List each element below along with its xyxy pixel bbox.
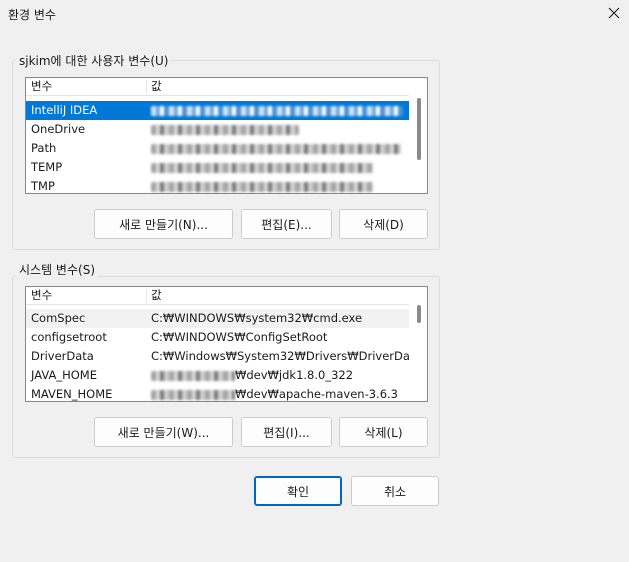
variable-value: ₩dev₩jdk1.8.0_322 (235, 368, 354, 382)
column-header-value[interactable]: 값 (146, 287, 406, 305)
vertical-scrollbar[interactable] (409, 78, 427, 193)
window-title: 환경 변수 (8, 8, 56, 22)
variable-value: C:₩WINDOWS₩ConfigSetRoot (151, 330, 328, 344)
variable-name: TEMP (31, 160, 63, 174)
system-vars-header: 변수 값 (26, 287, 409, 305)
redacted-prefix (151, 370, 235, 381)
title-bar: 환경 변수 (0, 0, 629, 28)
variable-value-partial: ₩dev₩jdk1.8.0_322 (151, 366, 353, 385)
variable-name: JAVA_HOME (31, 368, 97, 382)
ok-button[interactable]: 확인 (254, 476, 342, 506)
variable-name: configsetroot (31, 330, 107, 344)
list-item[interactable]: MAVEN_HOME ₩dev₩apache-maven-3.6.3 (26, 385, 409, 401)
variable-value-redacted (151, 177, 373, 193)
variable-value: C:₩Windows₩System32₩Drivers₩DriverData (151, 349, 422, 363)
variable-value: ₩dev₩apache-maven-3.6.3 (235, 387, 398, 401)
column-header-variable[interactable]: 변수 (26, 78, 146, 96)
variable-name: Path (31, 141, 57, 155)
variable-value-redacted (151, 101, 403, 120)
list-item[interactable]: TMP (26, 177, 409, 193)
list-item[interactable]: Path (26, 139, 409, 158)
cancel-button[interactable]: 취소 (351, 476, 439, 506)
variable-name: TMP (31, 179, 55, 193)
list-item[interactable]: ComSpec C:₩WINDOWS₩system32₩cmd.exe (26, 309, 409, 328)
user-delete-button[interactable]: 삭제(D) (339, 209, 428, 239)
variable-value-redacted (151, 120, 299, 139)
user-vars-list[interactable]: 변수 값 IntelliJ IDEA OneDrive Path TEMP TM… (25, 77, 428, 194)
list-item[interactable]: OneDrive (26, 120, 409, 139)
redacted-prefix (151, 389, 235, 400)
variable-name: MAVEN_HOME (31, 387, 113, 401)
system-vars-list[interactable]: 변수 값 ComSpec C:₩WINDOWS₩system32₩cmd.exe… (25, 286, 428, 402)
variable-value-redacted (151, 158, 373, 177)
column-header-value[interactable]: 값 (146, 78, 406, 96)
column-header-variable[interactable]: 변수 (26, 287, 146, 305)
list-item[interactable]: TEMP (26, 158, 409, 177)
list-item[interactable]: DriverData C:₩Windows₩System32₩Drivers₩D… (26, 347, 421, 366)
system-new-button[interactable]: 새로 만들기(W)... (94, 417, 233, 447)
variable-name: OneDrive (31, 122, 86, 136)
system-edit-button[interactable]: 편집(I)... (241, 417, 332, 447)
user-vars-label: sjkim에 대한 사용자 변수(U) (16, 52, 172, 69)
list-item[interactable]: IntelliJ IDEA (26, 101, 409, 120)
user-edit-button[interactable]: 편집(E)... (241, 209, 332, 239)
close-icon (608, 7, 620, 19)
variable-value-redacted (151, 139, 401, 158)
scrollbar-thumb[interactable] (417, 305, 421, 323)
scrollbar-thumb[interactable] (417, 98, 421, 160)
user-vars-header: 변수 값 (26, 78, 409, 96)
system-delete-button[interactable]: 삭제(L) (339, 417, 428, 447)
list-item[interactable]: JAVA_HOME ₩dev₩jdk1.8.0_322 (26, 366, 409, 385)
variable-name: DriverData (31, 349, 94, 363)
variable-name: ComSpec (31, 311, 86, 325)
variable-value: C:₩WINDOWS₩system32₩cmd.exe (151, 311, 363, 325)
close-button[interactable] (599, 0, 629, 26)
vertical-scrollbar[interactable] (409, 287, 427, 401)
user-new-button[interactable]: 새로 만들기(N)... (94, 209, 233, 239)
system-vars-label: 시스템 변수(S) (16, 261, 98, 278)
variable-value-partial: ₩dev₩apache-maven-3.6.3 (151, 385, 398, 401)
variable-name: IntelliJ IDEA (31, 103, 98, 117)
list-item[interactable]: configsetroot C:₩WINDOWS₩ConfigSetRoot (26, 328, 409, 347)
